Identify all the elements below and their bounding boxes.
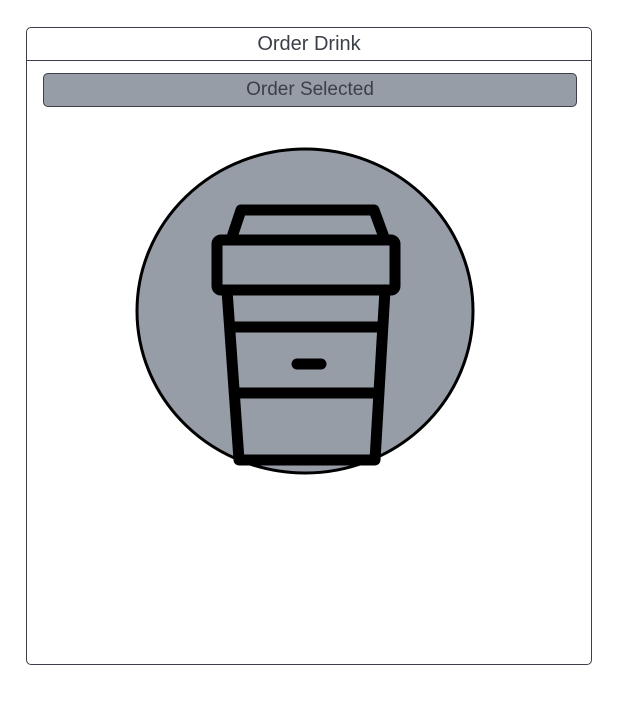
drink-image[interactable]: [135, 146, 475, 476]
order-selected-button[interactable]: Order Selected: [43, 73, 577, 107]
panel-title: Order Drink: [27, 28, 591, 61]
order-drink-panel: Order Drink Order Selected: [26, 27, 592, 665]
drink-image-circle: [135, 147, 475, 475]
